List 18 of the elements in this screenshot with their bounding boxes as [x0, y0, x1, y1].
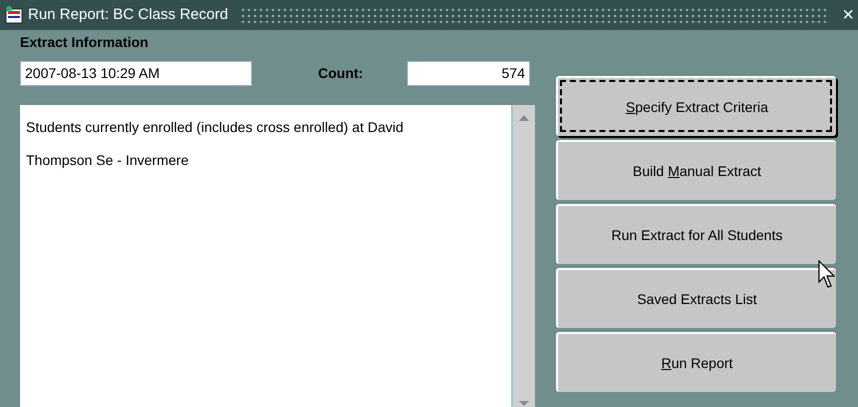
- count-label: Count:: [318, 64, 364, 82]
- date-field[interactable]: 2007-08-13 10:29 AM: [20, 60, 252, 86]
- action-button[interactable]: Run Extract for All Students: [556, 204, 836, 264]
- description-field[interactable]: Students currently enrolled (includes cross enrolled) at David Thompson Se - Invermere: [20, 105, 535, 407]
- section-title: Extract Information: [20, 33, 150, 52]
- app-icon: [4, 5, 24, 25]
- scroll-up-icon[interactable]: [517, 113, 531, 123]
- window-title: Run Report: BC Class Record: [28, 4, 228, 25]
- action-button[interactable]: Run Report: [556, 332, 836, 392]
- mouse-pointer-icon: [818, 260, 836, 290]
- action-button[interactable]: Saved Extracts List: [556, 268, 836, 328]
- action-button[interactable]: Specify Extract Criteria: [556, 76, 836, 136]
- description-text: Students currently enrolled (includes cross enrolled) at David Thompson Se - Invermere: [25, 118, 404, 170]
- count-field[interactable]: 574: [407, 60, 530, 86]
- close-button[interactable]: ×: [842, 5, 854, 25]
- action-button[interactable]: Build Manual Extract: [556, 140, 836, 200]
- scrollbar[interactable]: [511, 105, 535, 407]
- scroll-down-icon[interactable]: [517, 399, 531, 407]
